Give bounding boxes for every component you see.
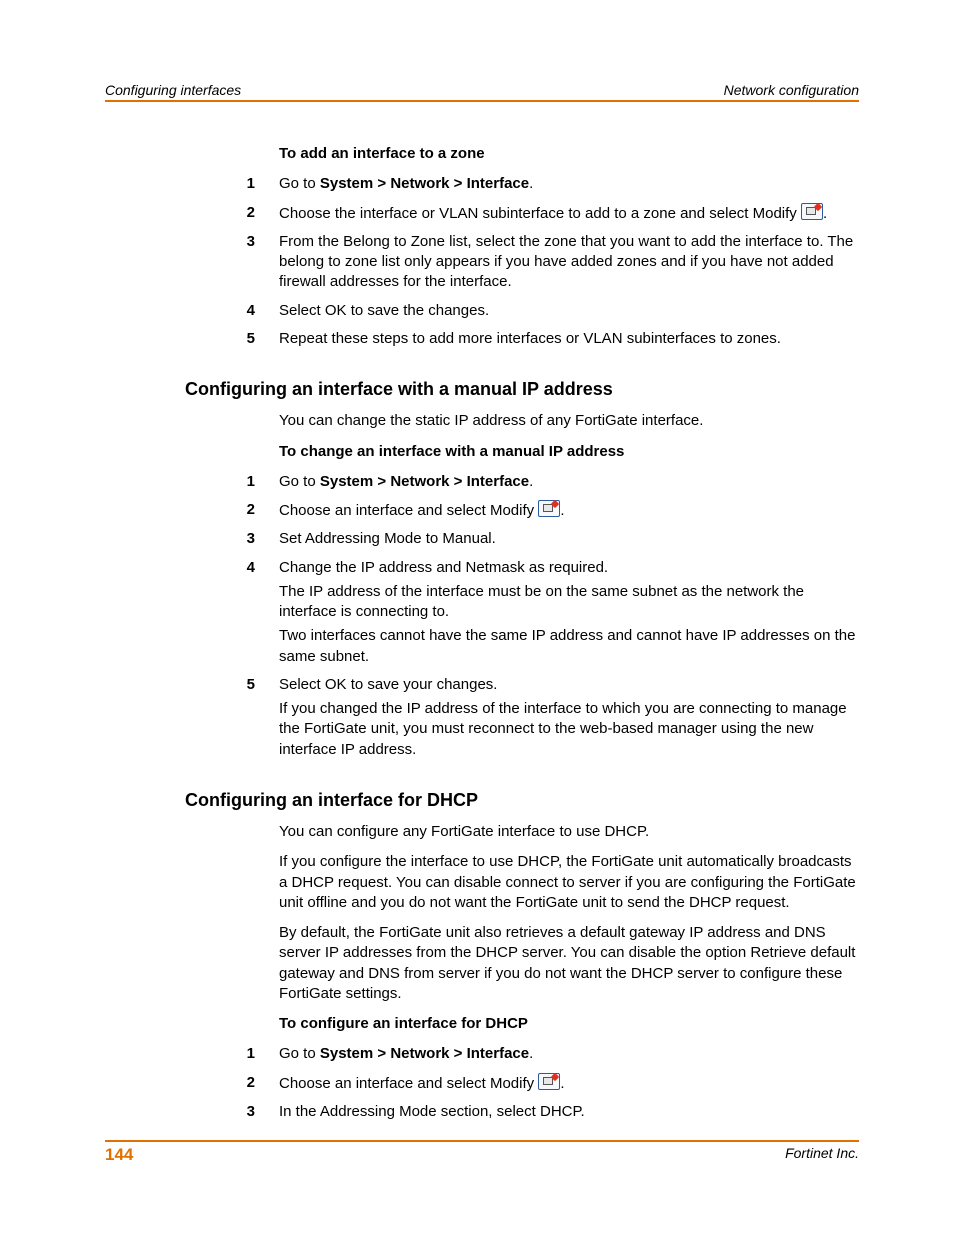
step-text: From the Belong to Zone list, select the… (279, 232, 859, 293)
body-paragraph: If you configure the interface to use DH… (185, 852, 859, 913)
step-number: 3 (185, 232, 279, 293)
step-number: 3 (185, 1102, 279, 1122)
step-text: Go to System > Network > Interface. (279, 1044, 859, 1064)
text-fragment: Go to (279, 473, 320, 490)
nav-path: System > Network > Interface (320, 1045, 529, 1062)
text-fragment: Choose an interface and select Modify (279, 502, 538, 519)
step-paragraph: If you changed the IP address of the int… (279, 699, 859, 760)
step-text: Choose an interface and select Modify . (279, 500, 859, 521)
step-item: 3 In the Addressing Mode section, select… (185, 1102, 859, 1122)
step-text: Go to System > Network > Interface. (279, 174, 859, 194)
step-item: 1 Go to System > Network > Interface. (185, 174, 859, 194)
text-fragment: Go to (279, 1045, 320, 1062)
text-fragment: . (529, 175, 533, 192)
step-text: Choose the interface or VLAN subinterfac… (279, 203, 859, 224)
step-text: Change the IP address and Netmask as req… (279, 558, 859, 667)
step-text: Set Addressing Mode to Manual. (279, 529, 859, 549)
body-paragraph: You can configure any FortiGate interfac… (185, 822, 859, 842)
body-paragraph: You can change the static IP address of … (185, 411, 859, 431)
step-number: 5 (185, 329, 279, 349)
step-item: 5 Select OK to save your changes. If you… (185, 675, 859, 760)
step-item: 3 Set Addressing Mode to Manual. (185, 529, 859, 549)
body-paragraph: By default, the FortiGate unit also retr… (185, 923, 859, 1004)
running-header: Configuring interfaces Network configura… (105, 82, 859, 102)
header-left: Configuring interfaces (105, 82, 241, 98)
section-heading: Configuring an interface with a manual I… (185, 377, 859, 401)
modify-icon (538, 1073, 560, 1090)
nav-path: System > Network > Interface (320, 473, 529, 490)
step-paragraph: The IP address of the interface must be … (279, 582, 859, 623)
step-number: 1 (185, 1044, 279, 1064)
procedure-title: To configure an interface for DHCP (185, 1014, 859, 1034)
step-item: 1 Go to System > Network > Interface. (185, 1044, 859, 1064)
text-fragment: Choose the interface or VLAN subinterfac… (279, 205, 801, 222)
text-fragment: . (529, 1045, 533, 1062)
step-item: 2 Choose the interface or VLAN subinterf… (185, 203, 859, 224)
footer-company: Fortinet Inc. (785, 1145, 859, 1165)
step-number: 1 (185, 174, 279, 194)
step-number: 2 (185, 1073, 279, 1094)
document-page: Configuring interfaces Network configura… (0, 0, 954, 1235)
step-number: 2 (185, 500, 279, 521)
step-text: Select OK to save your changes. If you c… (279, 675, 859, 760)
step-item: 4 Select OK to save the changes. (185, 301, 859, 321)
text-fragment: . (529, 473, 533, 490)
step-number: 3 (185, 529, 279, 549)
step-number: 4 (185, 301, 279, 321)
step-number: 4 (185, 558, 279, 667)
procedure-title: To change an interface with a manual IP … (185, 442, 859, 462)
header-right: Network configuration (724, 82, 859, 98)
text-fragment: Choose an interface and select Modify (279, 1075, 538, 1092)
section-heading: Configuring an interface for DHCP (185, 788, 859, 812)
procedure-title: To add an interface to a zone (185, 144, 859, 164)
text-fragment: Go to (279, 175, 320, 192)
modify-icon (801, 203, 823, 220)
step-text: Go to System > Network > Interface. (279, 472, 859, 492)
step-text: Repeat these steps to add more interface… (279, 329, 859, 349)
step-item: 2 Choose an interface and select Modify … (185, 500, 859, 521)
step-number: 5 (185, 675, 279, 760)
step-text: In the Addressing Mode section, select D… (279, 1102, 859, 1122)
step-item: 5 Repeat these steps to add more interfa… (185, 329, 859, 349)
step-paragraph: Two interfaces cannot have the same IP a… (279, 626, 859, 667)
step-item: 4 Change the IP address and Netmask as r… (185, 558, 859, 667)
step-paragraph: Select OK to save your changes. (279, 675, 859, 695)
step-item: 2 Choose an interface and select Modify … (185, 1073, 859, 1094)
page-content: To add an interface to a zone 1 Go to Sy… (105, 144, 859, 1122)
page-number: 144 (105, 1145, 133, 1165)
step-text: Choose an interface and select Modify . (279, 1073, 859, 1094)
step-item: 3 From the Belong to Zone list, select t… (185, 232, 859, 293)
modify-icon (538, 500, 560, 517)
step-text: Select OK to save the changes. (279, 301, 859, 321)
running-footer: 144 Fortinet Inc. (105, 1140, 859, 1165)
step-paragraph: Change the IP address and Netmask as req… (279, 558, 859, 578)
step-number: 1 (185, 472, 279, 492)
step-number: 2 (185, 203, 279, 224)
step-item: 1 Go to System > Network > Interface. (185, 472, 859, 492)
nav-path: System > Network > Interface (320, 175, 529, 192)
